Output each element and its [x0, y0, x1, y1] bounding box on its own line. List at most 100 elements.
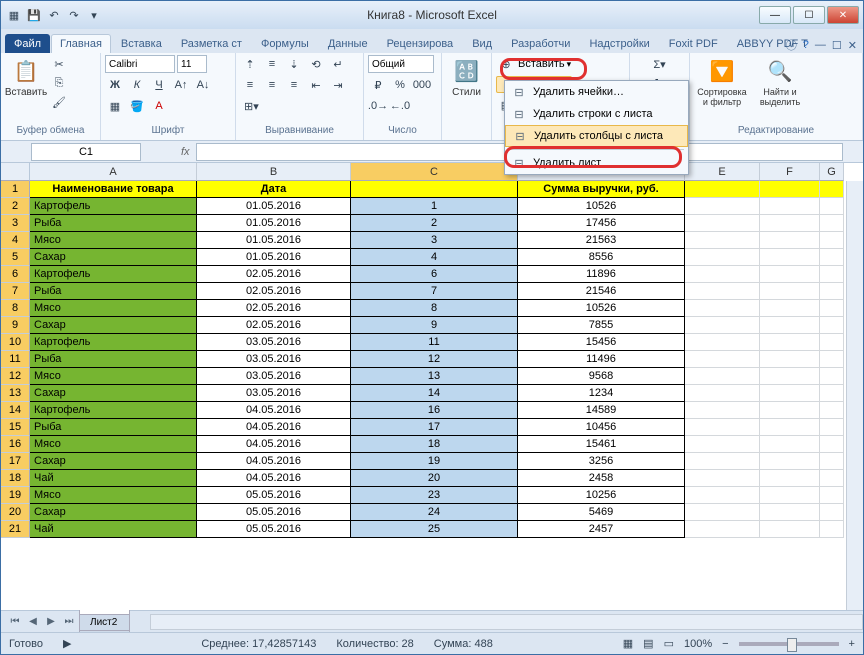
indent-inc-icon[interactable]: ⇥ — [328, 76, 348, 94]
cell[interactable] — [685, 266, 760, 283]
macro-icon[interactable]: ▶ — [63, 637, 71, 650]
tab-Foxit PDF[interactable]: Foxit PDF — [660, 34, 727, 53]
cell[interactable] — [685, 436, 760, 453]
cell[interactable] — [760, 351, 820, 368]
cell[interactable] — [685, 419, 760, 436]
cell[interactable]: 12 — [351, 351, 518, 368]
cell[interactable] — [820, 470, 844, 487]
cell[interactable] — [820, 351, 844, 368]
cell[interactable] — [820, 385, 844, 402]
row-header[interactable]: 4 — [1, 232, 30, 249]
cell[interactable]: Мясо — [30, 487, 197, 504]
percent-icon[interactable]: % — [390, 76, 410, 94]
cell[interactable] — [820, 368, 844, 385]
cell[interactable] — [760, 283, 820, 300]
cell[interactable]: 2458 — [518, 470, 685, 487]
row-header[interactable]: 2 — [1, 198, 30, 215]
grow-font-icon[interactable]: A↑ — [171, 76, 191, 94]
cell[interactable]: 04.05.2016 — [197, 419, 351, 436]
row-header[interactable]: 3 — [1, 215, 30, 232]
find-select-button[interactable]: 🔍 Найти и выделить — [752, 55, 808, 109]
cell[interactable] — [685, 317, 760, 334]
styles-button[interactable]: 🔠 Стили — [446, 55, 487, 100]
cell[interactable] — [760, 198, 820, 215]
row-header[interactable]: 9 — [1, 317, 30, 334]
row-header[interactable]: 10 — [1, 334, 30, 351]
cell[interactable]: 05.05.2016 — [197, 521, 351, 538]
cell[interactable]: 11496 — [518, 351, 685, 368]
cell[interactable]: 8556 — [518, 249, 685, 266]
cell[interactable]: 15461 — [518, 436, 685, 453]
cell[interactable] — [760, 266, 820, 283]
cell[interactable]: 14 — [351, 385, 518, 402]
zoom-in-icon[interactable]: + — [849, 638, 855, 650]
cell[interactable]: 10456 — [518, 419, 685, 436]
column-header-G[interactable]: G — [820, 163, 844, 181]
cell[interactable]: 10526 — [518, 300, 685, 317]
cell[interactable] — [760, 453, 820, 470]
column-header-F[interactable]: F — [760, 163, 820, 181]
select-all-button[interactable] — [1, 163, 30, 181]
row-header[interactable]: 21 — [1, 521, 30, 538]
underline-icon[interactable]: Ч — [149, 76, 169, 94]
fx-icon[interactable]: fx — [181, 146, 190, 158]
cell[interactable]: 03.05.2016 — [197, 385, 351, 402]
doc-close-icon[interactable]: ✕ — [848, 39, 857, 52]
view-layout-icon[interactable]: ▤ — [643, 637, 653, 650]
save-icon[interactable]: 💾 — [25, 6, 43, 24]
font-size-combo[interactable]: 11 — [177, 55, 207, 73]
cell[interactable]: 24 — [351, 504, 518, 521]
row-header[interactable]: 14 — [1, 402, 30, 419]
cell[interactable] — [760, 419, 820, 436]
cell[interactable]: Дата — [197, 181, 351, 198]
dec-decimal-icon[interactable]: ←.0 — [390, 97, 410, 115]
delete-sheet-item[interactable]: ⊟Удалить лист — [505, 152, 688, 174]
wrap-text-icon[interactable]: ↵ — [328, 55, 348, 73]
name-box[interactable]: C1 — [31, 143, 141, 161]
help-icon[interactable]: ? — [803, 39, 809, 51]
font-name-combo[interactable]: Calibri — [105, 55, 175, 73]
cell[interactable]: Сахар — [30, 504, 197, 521]
cell[interactable]: 19 — [351, 453, 518, 470]
cell[interactable] — [685, 504, 760, 521]
row-header[interactable]: 1 — [1, 181, 30, 198]
row-header[interactable]: 19 — [1, 487, 30, 504]
number-format-combo[interactable]: Общий — [368, 55, 434, 73]
align-center-icon[interactable]: ≡ — [262, 76, 282, 94]
cell[interactable] — [685, 453, 760, 470]
cell[interactable]: Сахар — [30, 453, 197, 470]
cell[interactable] — [685, 351, 760, 368]
minimize-button[interactable]: — — [759, 6, 791, 24]
tab-Главная[interactable]: Главная — [51, 34, 111, 53]
cell[interactable] — [760, 521, 820, 538]
undo-icon[interactable]: ↶ — [45, 6, 63, 24]
cell[interactable] — [760, 470, 820, 487]
doc-max-icon[interactable]: ☐ — [832, 39, 842, 52]
vertical-scrollbar[interactable] — [846, 181, 863, 610]
cell[interactable] — [760, 181, 820, 198]
border-icon[interactable]: ▦ — [105, 97, 125, 115]
italic-icon[interactable]: К — [127, 76, 147, 94]
tab-Рецензирова[interactable]: Рецензирова — [378, 34, 463, 53]
cell[interactable]: 20 — [351, 470, 518, 487]
cell[interactable] — [760, 504, 820, 521]
comma-icon[interactable]: 000 — [412, 76, 432, 94]
cell[interactable]: Рыба — [30, 283, 197, 300]
row-header[interactable]: 16 — [1, 436, 30, 453]
cell[interactable] — [820, 487, 844, 504]
cell[interactable]: Сахар — [30, 249, 197, 266]
cell[interactable] — [820, 453, 844, 470]
cell[interactable]: Мясо — [30, 436, 197, 453]
orientation-icon[interactable]: ⟲ — [306, 55, 326, 73]
cell[interactable] — [760, 300, 820, 317]
column-header-B[interactable]: B — [197, 163, 351, 181]
cell[interactable] — [820, 249, 844, 266]
bold-icon[interactable]: Ж — [105, 76, 125, 94]
cell[interactable] — [685, 402, 760, 419]
cell[interactable]: Наименование товара — [30, 181, 197, 198]
tab-file[interactable]: Файл — [5, 34, 50, 53]
cell[interactable]: 02.05.2016 — [197, 266, 351, 283]
cell[interactable]: 10526 — [518, 198, 685, 215]
cell[interactable]: 04.05.2016 — [197, 453, 351, 470]
tab-Вид[interactable]: Вид — [463, 34, 501, 53]
